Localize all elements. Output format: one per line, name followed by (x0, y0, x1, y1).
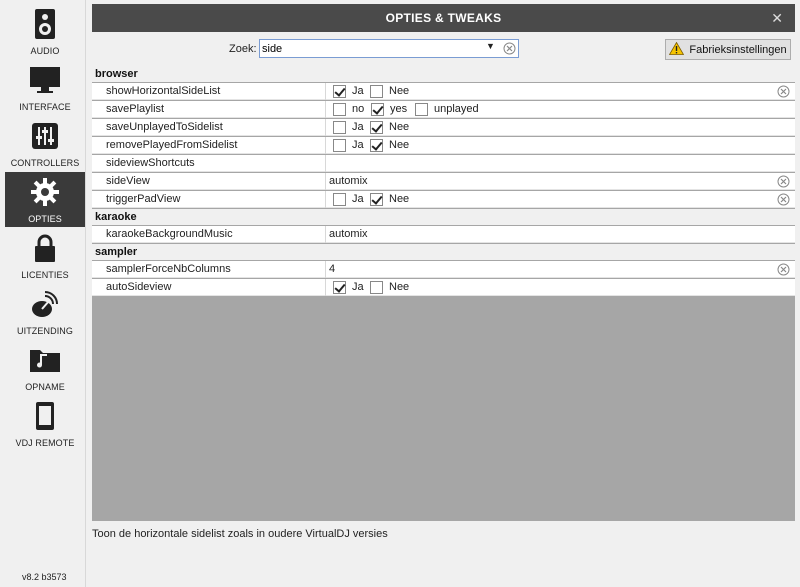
factory-settings-button[interactable]: Fabrieksinstellingen (665, 39, 791, 60)
sliders-icon (25, 119, 65, 153)
checkbox-ja[interactable] (333, 281, 346, 294)
sidebar-item-label: VDJ REMOTE (15, 438, 75, 448)
sidebar-item-label: INTERFACE (19, 102, 71, 112)
sidebar-item-uitzending[interactable]: UITZENDING (5, 284, 85, 339)
checkbox-ja[interactable] (333, 193, 346, 206)
option-label: Ja (352, 121, 364, 133)
sidebar-item-controllers[interactable]: CONTROLLERS (5, 116, 85, 171)
checkbox-nee[interactable] (370, 281, 383, 294)
gear-icon (25, 175, 65, 209)
setting-value[interactable]: automix (329, 175, 368, 187)
setting-name: sideView (106, 175, 150, 187)
monitor-icon (25, 63, 65, 97)
options-panel: OPTIES & TWEAKS ✕ Zoek: ▼ Fabrieksinstel… (92, 0, 800, 587)
chevron-down-icon[interactable]: ▼ (486, 41, 495, 51)
table-row[interactable]: samplerForceNbColumns 4 (92, 261, 795, 278)
table-row[interactable]: autoSideview Ja Nee (92, 279, 795, 296)
checkbox-ja[interactable] (333, 85, 346, 98)
sidebar-item-label: LICENTIES (21, 270, 69, 280)
checkbox-ja[interactable] (333, 139, 346, 152)
sidebar-item-vdj-remote[interactable]: VDJ REMOTE (5, 396, 85, 451)
option-label: Nee (389, 281, 410, 293)
option-label: no (352, 103, 365, 115)
warning-icon (669, 41, 685, 58)
reset-icon[interactable] (777, 193, 790, 209)
lock-icon (25, 231, 65, 265)
sidebar-item-label: CONTROLLERS (10, 158, 80, 168)
setting-description: Toon de horizontale sidelist zoals in ou… (92, 528, 388, 540)
option-label: Nee (389, 139, 410, 151)
option-label: Ja (352, 85, 364, 97)
setting-name: autoSideview (106, 281, 172, 293)
search-input[interactable] (262, 41, 484, 56)
table-row[interactable]: showHorizontalSideList Ja Nee (92, 83, 795, 100)
option-label: Ja (352, 193, 364, 205)
table-row[interactable]: saveUnplayedToSidelist Ja Nee (92, 119, 795, 136)
music-folder-icon (25, 343, 65, 377)
table-row[interactable]: triggerPadView Ja Nee (92, 191, 795, 208)
option-label: Nee (389, 193, 410, 205)
group-header-karaoke: karaoke (92, 209, 795, 225)
close-icon[interactable]: ✕ (771, 10, 783, 27)
sidebar-item-label: OPNAME (25, 382, 65, 392)
reset-icon[interactable] (777, 85, 790, 101)
checkbox-nee[interactable] (370, 193, 383, 206)
setting-name: savePlaylist (106, 103, 165, 115)
search-label: Zoek: (229, 43, 257, 55)
table-row[interactable]: sideviewShortcuts (92, 155, 795, 172)
setting-name: triggerPadView (106, 193, 181, 205)
broadcast-icon (25, 287, 65, 321)
setting-value[interactable]: 4 (329, 263, 335, 275)
setting-name: showHorizontalSideList (106, 85, 221, 97)
option-label: unplayed (434, 103, 479, 115)
tablet-icon (25, 399, 65, 433)
group-header-browser: browser (92, 66, 795, 82)
checkbox-nee[interactable] (370, 139, 383, 152)
checkbox-no[interactable] (333, 103, 346, 116)
table-row[interactable]: sideView automix (92, 173, 795, 190)
checkbox-yes[interactable] (371, 103, 384, 116)
checkbox-unplayed[interactable] (415, 103, 428, 116)
window-title: OPTIES & TWEAKS (385, 11, 502, 25)
option-label: Ja (352, 281, 364, 293)
sidebar-item-opname[interactable]: OPNAME (5, 340, 85, 395)
version-label: v8.2 b3573 (22, 572, 67, 582)
table-row[interactable]: karaokeBackgroundMusic automix (92, 226, 795, 243)
option-label: yes (390, 103, 408, 115)
checkbox-nee[interactable] (370, 121, 383, 134)
option-label: Ja (352, 139, 364, 151)
reset-icon[interactable] (777, 175, 790, 191)
factory-settings-label: Fabrieksinstellingen (689, 43, 787, 56)
checkbox-nee[interactable] (370, 85, 383, 98)
option-label: Nee (389, 121, 410, 133)
checkbox-ja[interactable] (333, 121, 346, 134)
setting-name: samplerForceNbColumns (106, 263, 231, 275)
titlebar: OPTIES & TWEAKS ✕ (92, 4, 795, 32)
sidebar-item-licenties[interactable]: LICENTIES (5, 228, 85, 283)
sidebar-item-label: OPTIES (28, 214, 62, 224)
sidebar-item-audio[interactable]: AUDIO (5, 4, 85, 59)
sidebar-item-label: AUDIO (30, 46, 60, 56)
setting-value[interactable]: automix (329, 228, 368, 240)
table-row[interactable]: removePlayedFromSidelist Ja Nee (92, 137, 795, 154)
table-row[interactable]: savePlaylist no yes unplayed (92, 101, 795, 118)
setting-name: removePlayedFromSidelist (106, 139, 238, 151)
sidebar: AUDIO INTERFACE CONTROLLERS OPTIES LICEN… (0, 0, 86, 587)
sidebar-item-interface[interactable]: INTERFACE (5, 60, 85, 115)
search-combobox[interactable]: ▼ (259, 39, 519, 58)
setting-name: saveUnplayedToSidelist (106, 121, 223, 133)
settings-table: browser showHorizontalSideList Ja Nee sa… (92, 66, 795, 521)
reset-icon[interactable] (777, 263, 790, 279)
setting-name: karaokeBackgroundMusic (106, 228, 233, 240)
sidebar-item-label: UITZENDING (17, 326, 73, 336)
option-label: Nee (389, 85, 410, 97)
sidebar-item-opties[interactable]: OPTIES (5, 172, 85, 227)
setting-name: sideviewShortcuts (106, 157, 195, 169)
clear-search-icon[interactable] (503, 42, 516, 60)
speaker-icon (25, 7, 65, 41)
group-header-sampler: sampler (92, 244, 795, 260)
